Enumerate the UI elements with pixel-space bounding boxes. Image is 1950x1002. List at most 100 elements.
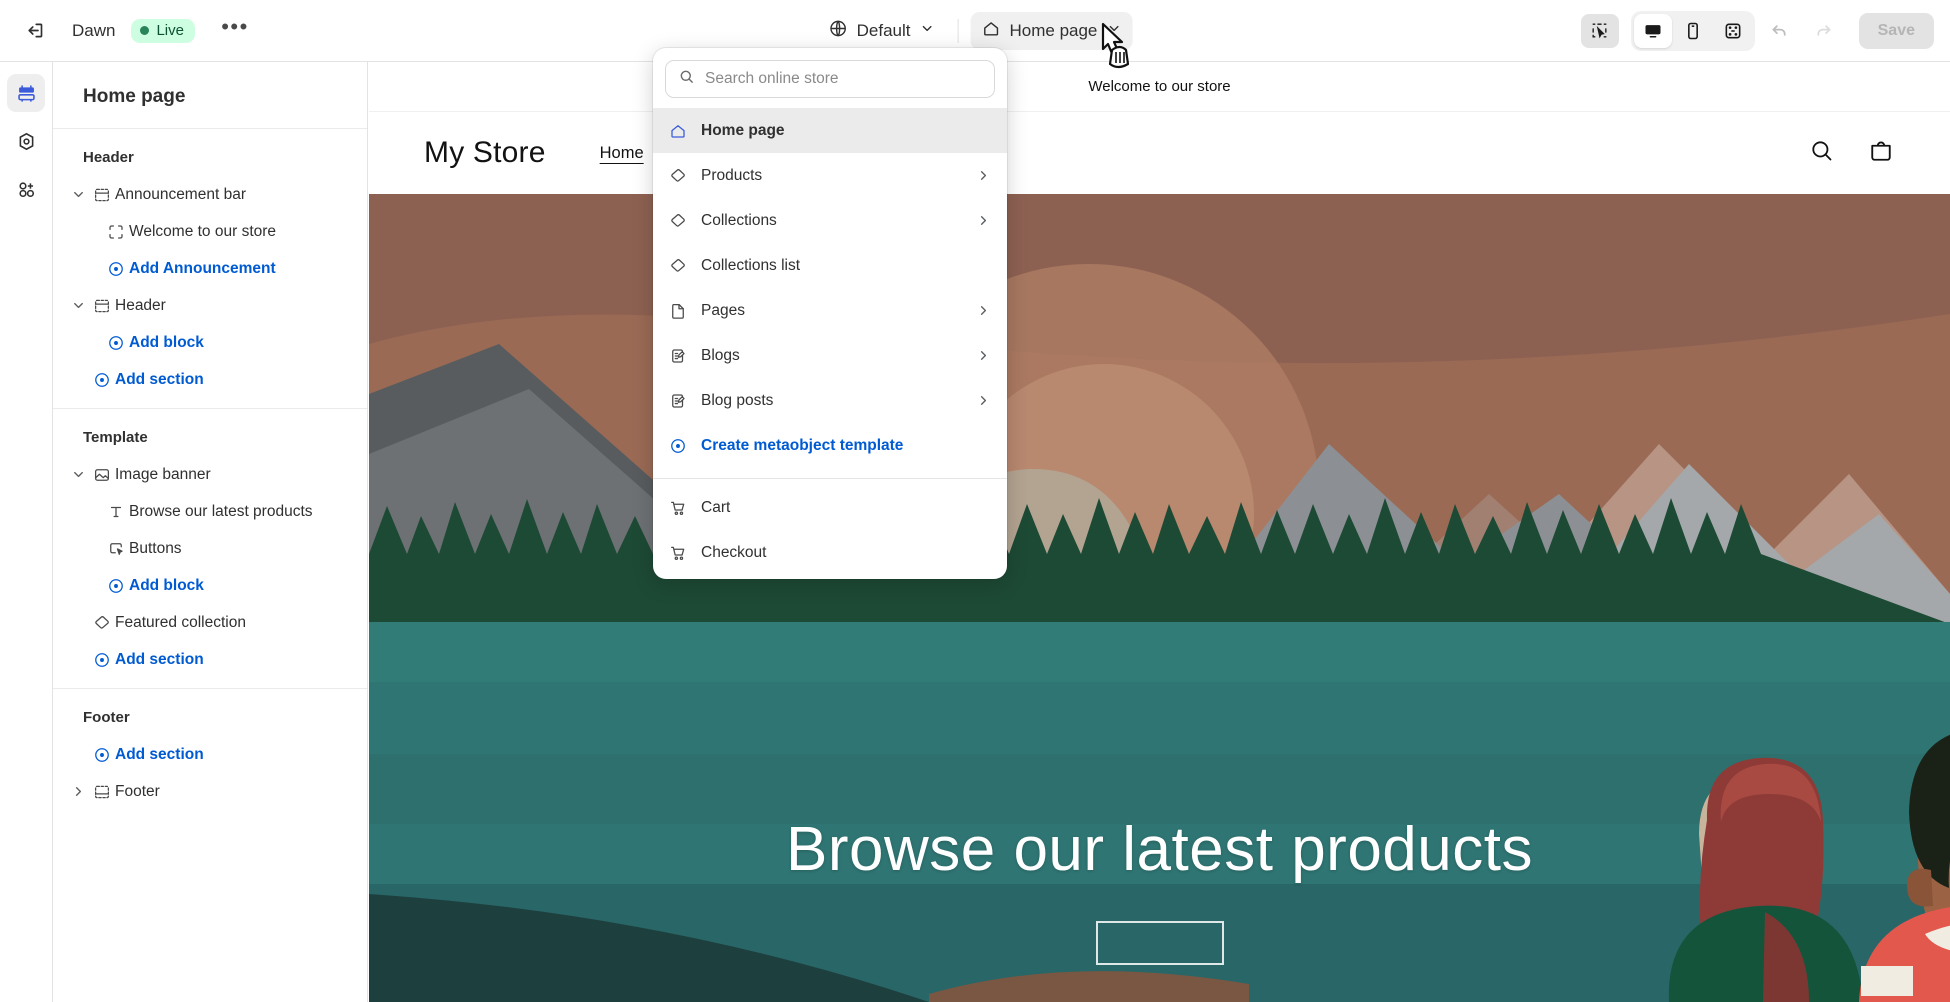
dropdown-search-wrap xyxy=(653,48,1007,108)
dropdown-menu-item[interactable]: Collections list xyxy=(653,243,1007,288)
theme-name: Dawn xyxy=(72,21,115,41)
blog-icon xyxy=(669,347,701,365)
home-icon xyxy=(669,122,701,140)
pointer-select-icon[interactable] xyxy=(1581,14,1619,48)
plus-circle-icon xyxy=(89,371,115,389)
page-label: Home page xyxy=(1009,21,1097,41)
blog-icon xyxy=(669,392,701,410)
store-preview: Welcome to our store My Store HomeCatalo… xyxy=(369,62,1950,1002)
search-input[interactable] xyxy=(705,70,982,88)
sidebar-group-heading: Template xyxy=(53,423,367,456)
hero-cta-button[interactable] xyxy=(1096,921,1224,965)
sidebar-add-button[interactable]: Add section xyxy=(53,361,367,398)
sidebar-row-label: Buttons xyxy=(129,540,182,558)
hero-illustration xyxy=(369,194,1950,1002)
sidebar-add-button[interactable]: Add section xyxy=(53,641,367,678)
redo-icon[interactable] xyxy=(1805,14,1843,48)
dropdown-menu-item[interactable]: Blog posts xyxy=(653,378,1007,423)
sidebar-layer-row[interactable]: Featured collection xyxy=(53,604,367,641)
sidebar-row-label: Add Announcement xyxy=(129,260,276,278)
sidebar-add-button[interactable]: Add block xyxy=(53,567,367,604)
sidebar-row-label: Header xyxy=(115,297,166,315)
sidebar-layer-row[interactable]: Header xyxy=(53,287,367,324)
sidebar-item-settings[interactable] xyxy=(7,122,45,160)
sidebar-layer-row[interactable]: Buttons xyxy=(53,530,367,567)
more-options-button[interactable]: ••• xyxy=(215,11,255,51)
save-button[interactable]: Save xyxy=(1859,13,1934,49)
plus-circle-icon xyxy=(89,746,115,764)
globe-icon xyxy=(829,19,848,43)
plus-circle-icon xyxy=(103,334,129,352)
dropdown-menu-item[interactable]: Collections xyxy=(653,198,1007,243)
sidebar-row-label: Add section xyxy=(115,651,204,669)
toolbar-right-group: Save xyxy=(1581,11,1934,51)
sidebar-group: TemplateImage bannerBrowse our latest pr… xyxy=(53,409,367,689)
live-dot-icon xyxy=(140,26,149,35)
section-icon xyxy=(89,186,115,204)
mobile-icon[interactable] xyxy=(1674,14,1712,48)
sidebar-item-apps[interactable] xyxy=(7,170,45,208)
device-toggle-group xyxy=(1631,11,1755,51)
tag-icon xyxy=(669,257,701,275)
dropdown-menu-item[interactable]: Pages xyxy=(653,288,1007,333)
chevron-right-icon[interactable] xyxy=(976,348,991,363)
dropdown-menu-item[interactable]: Blogs xyxy=(653,333,1007,378)
search-field[interactable] xyxy=(665,60,995,98)
dropdown-menu-item[interactable]: Checkout xyxy=(653,530,1007,575)
dropdown-item-label: Checkout xyxy=(701,544,991,562)
sidebar-add-button[interactable]: Add Announcement xyxy=(53,250,367,287)
sidebar-layer-row[interactable]: Footer xyxy=(53,773,367,810)
chevron-right-icon[interactable] xyxy=(976,303,991,318)
dropdown-menu-item[interactable]: Home page xyxy=(653,108,1007,153)
announcement-bar: Welcome to our store xyxy=(369,62,1950,112)
desktop-icon[interactable] xyxy=(1634,14,1672,48)
dropdown-footer-list: Cart Checkout xyxy=(653,485,1007,579)
undo-icon[interactable] xyxy=(1761,14,1799,48)
toolbar-divider xyxy=(957,19,958,43)
chevron-down-icon[interactable] xyxy=(67,187,89,202)
sidebar-layer-row[interactable]: Browse our latest products xyxy=(53,493,367,530)
sidebar-layer-row[interactable]: Welcome to our store xyxy=(53,213,367,250)
status-badge: Live xyxy=(131,19,195,43)
shopping-bag-icon[interactable] xyxy=(1867,137,1895,170)
dropdown-item-label: Pages xyxy=(701,302,976,320)
chevron-right-icon[interactable] xyxy=(976,168,991,183)
search-icon[interactable] xyxy=(1808,137,1835,169)
plus-circle-icon xyxy=(669,437,701,455)
toolbar-center-group: Default Home page xyxy=(818,12,1133,50)
dropdown-item-label: Collections xyxy=(701,212,976,230)
sidebar-row-label: Add block xyxy=(129,577,204,595)
exit-left-icon[interactable] xyxy=(14,11,54,51)
store-header-actions xyxy=(1808,137,1895,170)
sidebar-row-label: Footer xyxy=(115,783,160,801)
dropdown-item-label: Blogs xyxy=(701,347,976,365)
market-selector[interactable]: Default xyxy=(818,12,946,50)
page-selector[interactable]: Home page xyxy=(970,12,1132,50)
fullscreen-icon[interactable] xyxy=(1714,14,1752,48)
chevron-down-icon[interactable] xyxy=(67,467,89,482)
sidebar-layer-row[interactable]: Announcement bar xyxy=(53,176,367,213)
chevron-right-icon[interactable] xyxy=(67,784,89,799)
collection-icon xyxy=(89,614,115,632)
store-nav-link[interactable]: Home xyxy=(600,144,644,163)
sidebar-row-label: Featured collection xyxy=(115,614,246,632)
plus-circle-icon xyxy=(103,260,129,278)
chevron-down-icon[interactable] xyxy=(67,298,89,313)
chevron-right-icon[interactable] xyxy=(976,213,991,228)
sidebar-add-button[interactable]: Add block xyxy=(53,324,367,361)
search-icon xyxy=(678,68,695,90)
tag-icon xyxy=(669,212,701,230)
chevron-right-icon[interactable] xyxy=(976,393,991,408)
dropdown-menu-item[interactable]: Products xyxy=(653,153,1007,198)
home-icon xyxy=(981,19,1000,43)
sidebar-group-heading: Header xyxy=(53,143,367,176)
dropdown-menu-item[interactable]: Create metaobject template xyxy=(653,423,1007,468)
dropdown-item-list: Home page Products Collections Collections … xyxy=(653,108,1007,472)
dropdown-item-label: Home page xyxy=(701,122,991,140)
sidebar-group-heading: Footer xyxy=(53,703,367,736)
sidebar-add-button[interactable]: Add section xyxy=(53,736,367,773)
dropdown-menu-item[interactable]: Cart xyxy=(653,485,1007,530)
sidebar-layer-row[interactable]: Image banner xyxy=(53,456,367,493)
sidebar-item-sections[interactable] xyxy=(7,74,45,112)
dropdown-item-label: Collections list xyxy=(701,257,991,275)
